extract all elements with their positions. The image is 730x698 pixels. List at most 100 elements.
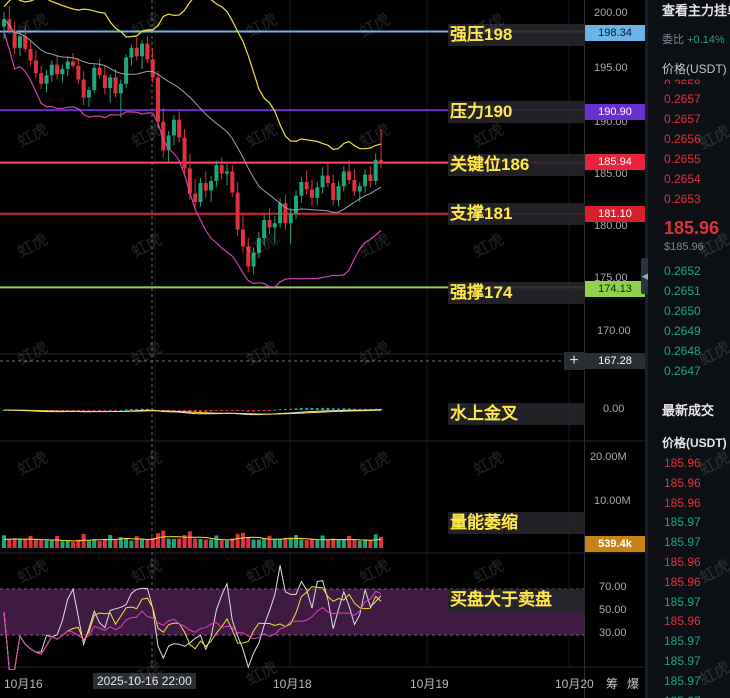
volume-bar [140, 539, 145, 548]
candle-body [203, 183, 208, 191]
volume-bar [2, 535, 6, 548]
macd-bar [337, 408, 341, 410]
volume-bar [341, 539, 346, 548]
candle-body [379, 159, 383, 163]
volume-bar [23, 539, 28, 548]
volume-bar [219, 540, 224, 548]
macd-bar [294, 408, 298, 410]
candle-body [177, 119, 182, 138]
volume-bar [171, 538, 176, 548]
ask-price[interactable]: 0.2655 [664, 152, 701, 166]
volume-bar [203, 539, 208, 548]
candle-body [352, 179, 357, 192]
candle-body [102, 75, 107, 88]
bid-price[interactable]: 0.2649 [664, 324, 701, 338]
price-tag-strong-support: 174.13 [585, 281, 645, 297]
order-ratio-label: 委比 +0.14% [662, 34, 725, 46]
macd-bar [230, 410, 234, 411]
macd-bar [98, 410, 102, 411]
trade-price: 185.97 [664, 535, 701, 550]
liquidation-icon[interactable]: 爆 [627, 675, 639, 692]
macd-bar [129, 409, 133, 411]
candle-body [320, 175, 325, 188]
volume-bar [294, 535, 299, 548]
volume-bar [86, 540, 91, 548]
macd-bar [209, 410, 213, 412]
rsi-signal-label: 买盘大于卖盘 [448, 589, 585, 611]
macd-bar [214, 410, 218, 411]
volume-bar [251, 539, 256, 548]
chips-icon[interactable]: 筹 [606, 675, 618, 692]
trade-price: 185.96 [664, 614, 701, 629]
candle-body [86, 90, 91, 98]
trade-price: 185.97 [664, 594, 701, 609]
macd-bar [326, 407, 330, 410]
candle-body [55, 64, 60, 75]
candle-body [230, 171, 235, 193]
volume-bar [17, 539, 22, 548]
volume-bar [225, 540, 230, 548]
candle-body [134, 47, 139, 57]
macd-bar [198, 410, 202, 413]
candle-body [363, 174, 368, 187]
ask-price[interactable]: 0.2657 [664, 112, 701, 126]
volume-bar [320, 535, 325, 548]
orderbook-title[interactable]: 查看主力挂单 [662, 0, 730, 19]
bid-price[interactable]: 0.2652 [664, 264, 701, 278]
candle-body [288, 213, 293, 224]
volume-bar [256, 539, 261, 548]
bid-price[interactable]: 0.2648 [664, 344, 701, 358]
volume-bar [161, 530, 166, 548]
candle-body [357, 186, 362, 192]
time-tick: 10月20 [555, 677, 594, 691]
macd-bar [331, 408, 335, 410]
volume-bar [145, 539, 150, 548]
macd-tick: 0.00 [603, 403, 625, 415]
ask-price[interactable]: 0.2653 [664, 192, 701, 206]
macd-bar [241, 410, 245, 412]
bid-price[interactable]: 0.2651 [664, 284, 701, 298]
candle-body [299, 182, 304, 196]
volume-bar [134, 536, 139, 548]
crosshair-time-label: 2025-10-16 22:00 [93, 673, 196, 689]
ask-price[interactable]: 0.2654 [664, 172, 701, 186]
volume-tag: 539.4k [585, 536, 645, 552]
orderbook-price-header: 价格(USDT) [662, 62, 727, 76]
chart-panel[interactable]: 200.00 195.00 190.00 185.00 180.00 175.0… [0, 0, 645, 698]
volume-bar [368, 540, 373, 548]
level-label-support: 支撑181 [448, 203, 585, 225]
candle-body [315, 187, 320, 198]
candle-body [214, 165, 219, 181]
price-tag-strong-resistance: 198.34 [585, 25, 645, 41]
candle-body [368, 174, 373, 181]
macd-bar [321, 407, 325, 410]
crosshair-plus-icon[interactable]: + [564, 352, 584, 370]
trade-price: 185.97 [664, 654, 701, 668]
candle-body [39, 73, 44, 84]
candle-body [235, 192, 240, 230]
volume-bar [299, 539, 304, 548]
macd-bar [135, 408, 139, 410]
candle-body [278, 203, 283, 224]
ask-price-partial: 0.2658 [664, 77, 701, 84]
crosshair-price-tag: 167.28 [585, 353, 645, 369]
last-price: 185.96 [664, 218, 720, 238]
bid-price[interactable]: 0.2647 [664, 364, 701, 378]
volume-bar [113, 539, 118, 548]
volume-bar [240, 532, 245, 548]
volume-bar [315, 540, 320, 548]
candle-body [240, 229, 245, 247]
volume-bar [187, 531, 192, 548]
candle-body [92, 67, 97, 91]
macd-bar [103, 410, 107, 411]
bid-price[interactable]: 0.2650 [664, 304, 701, 318]
trade-price: 185.96 [664, 495, 701, 510]
ask-price[interactable]: 0.2657 [664, 92, 701, 106]
ask-price[interactable]: 0.2656 [664, 132, 701, 146]
volume-tick: 20.00M [590, 451, 627, 463]
candle-body [33, 60, 38, 74]
macd-bar [347, 408, 351, 410]
candle-body [108, 77, 113, 88]
candle-body [331, 183, 336, 200]
candle-body [44, 75, 49, 84]
